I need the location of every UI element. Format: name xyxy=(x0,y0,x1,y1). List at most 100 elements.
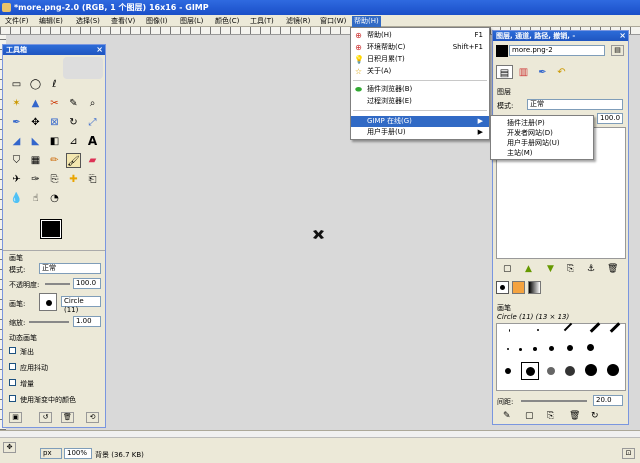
scale-input[interactable]: 1.00 xyxy=(73,316,101,327)
blur-icon[interactable]: 💧 xyxy=(9,191,24,206)
duplicate-layer-icon[interactable]: ⎘ xyxy=(567,264,574,274)
close-icon[interactable]: × xyxy=(96,45,103,55)
help-menu-gimp-online[interactable]: GIMP 在线(G) ▶ xyxy=(351,116,489,127)
perspective-icon[interactable]: ◣ xyxy=(28,134,43,149)
layers-mode-select[interactable]: 正常 xyxy=(527,99,623,110)
tab-channels-icon[interactable]: ▥ xyxy=(515,65,532,79)
help-menu-context-help[interactable]: ⊕ 环境帮助(C) Shift+F1 xyxy=(351,42,489,53)
zoom-select[interactable]: 100% xyxy=(64,448,92,459)
horizontal-scrollbar[interactable] xyxy=(0,431,640,438)
brush-name-field[interactable]: Circle (11) xyxy=(61,296,101,314)
mode-select[interactable]: 正常 xyxy=(39,263,101,274)
heal-icon[interactable]: ✚ xyxy=(66,172,81,187)
pattern-tab-icon[interactable] xyxy=(512,281,525,294)
pencil-icon[interactable]: ✏ xyxy=(47,153,62,168)
opacity-slider[interactable] xyxy=(45,283,70,285)
fuzzy-select-icon[interactable]: ✶ xyxy=(9,96,24,111)
jitter-checkbox[interactable] xyxy=(9,363,16,370)
shear-icon[interactable]: ◢ xyxy=(9,134,24,149)
fade-checkbox[interactable] xyxy=(9,347,16,354)
close-icon[interactable]: × xyxy=(619,31,626,41)
paths-icon[interactable]: ✒ xyxy=(9,115,24,130)
layers-opacity-input[interactable]: 100.0 xyxy=(597,113,623,124)
move-icon[interactable]: ✥ xyxy=(28,115,43,130)
scissors-icon[interactable]: ✂ xyxy=(47,96,62,111)
save-options-icon[interactable]: ▣ xyxy=(9,412,22,423)
text-icon[interactable]: A xyxy=(85,134,100,149)
foreground-color-swatch[interactable] xyxy=(40,219,62,239)
reset-options-icon[interactable]: ⟲ xyxy=(86,412,99,423)
tab-layers-icon[interactable]: ▤ xyxy=(496,65,513,79)
brushes-grid[interactable] xyxy=(496,322,626,391)
zoom-fit-icon[interactable]: ⊡ xyxy=(622,448,635,459)
menu-file[interactable]: 文件(F) xyxy=(3,16,31,27)
scale-icon[interactable]: ⤢ xyxy=(85,115,100,130)
lower-layer-icon[interactable]: ▼ xyxy=(547,264,554,274)
help-menu-plugin-browser[interactable]: ⬬ 插件浏览器(B) xyxy=(351,84,489,95)
image-thumbnail-cross[interactable] xyxy=(312,229,325,240)
refresh-brushes-icon[interactable]: ↻ xyxy=(591,411,599,421)
image-selector[interactable]: more.png-2 xyxy=(509,45,605,56)
clone-icon[interactable]: ⎘ xyxy=(47,172,62,187)
paintbrush-icon[interactable]: 🖌 xyxy=(66,153,81,168)
anchor-layer-icon[interactable]: ⚓ xyxy=(587,264,595,274)
menu-select[interactable]: 选择(S) xyxy=(74,16,102,27)
delete-brush-icon[interactable]: 🗑 xyxy=(569,411,580,421)
help-menu-tips[interactable]: 💡 日积月累(T) xyxy=(351,54,489,65)
help-menu-help[interactable]: ⊕ 帮助(H) F1 xyxy=(351,30,489,41)
unit-select[interactable]: px xyxy=(40,448,62,459)
menu-tools[interactable]: 工具(T) xyxy=(248,16,276,27)
menu-image[interactable]: 图像(I) xyxy=(144,16,170,27)
delete-options-icon[interactable]: 🗑 xyxy=(61,412,74,423)
tab-undo-icon[interactable]: ↶ xyxy=(553,65,570,79)
brush-preview[interactable] xyxy=(39,293,57,311)
gradient-checkbox[interactable] xyxy=(9,395,16,402)
delete-layer-icon[interactable]: 🗑 xyxy=(607,264,618,274)
flip-icon[interactable]: ◧ xyxy=(47,134,62,149)
navigate-icon[interactable]: ✥ xyxy=(3,442,16,453)
auto-button[interactable]: ▤ xyxy=(611,45,624,56)
new-brush-icon[interactable]: ▢ xyxy=(525,411,534,421)
spacing-input[interactable]: 20.0 xyxy=(593,395,623,406)
menu-windows[interactable]: 窗口(W) xyxy=(318,16,348,27)
perspective-clone-icon[interactable]: ⎗ xyxy=(85,172,100,187)
help-menu-about[interactable]: ☆ 关于(A) xyxy=(351,66,489,77)
lasso-icon[interactable]: ℓ xyxy=(47,77,62,92)
scale-slider[interactable] xyxy=(29,321,69,323)
selected-brush[interactable] xyxy=(521,362,539,380)
menu-filters[interactable]: 滤镜(R) xyxy=(284,16,312,27)
help-menu-procedure-browser[interactable]: 过程浏览器(E) xyxy=(351,96,489,107)
measure-icon[interactable]: ⊿ xyxy=(66,134,81,149)
rect-select-icon[interactable]: ▭ xyxy=(9,77,24,92)
zoom-icon[interactable]: ⌕ xyxy=(85,96,100,111)
blend-icon[interactable]: ▦ xyxy=(28,153,43,168)
restore-options-icon[interactable]: ↺ xyxy=(39,412,52,423)
opacity-input[interactable]: 100.0 xyxy=(73,278,101,289)
brush-tab-icon[interactable] xyxy=(496,281,509,294)
edit-brush-icon[interactable]: ✎ xyxy=(503,411,511,421)
color-select-icon[interactable]: ▲ xyxy=(28,96,43,111)
rotate-icon[interactable]: ↻ xyxy=(66,115,81,130)
smudge-icon[interactable]: ☝ xyxy=(28,191,43,206)
menu-colors[interactable]: 颜色(C) xyxy=(213,16,241,27)
ink-icon[interactable]: ✑ xyxy=(28,172,43,187)
dynamics-label[interactable]: 动态画笔 xyxy=(9,333,37,343)
new-layer-icon[interactable]: ▢ xyxy=(503,264,512,274)
help-menu-user-manual[interactable]: 用户手册(U) ▶ xyxy=(351,127,489,138)
eraser-icon[interactable]: ▰ xyxy=(85,153,100,168)
raise-layer-icon[interactable]: ▲ xyxy=(525,264,532,274)
menu-edit[interactable]: 编辑(E) xyxy=(37,16,65,27)
duplicate-brush-icon[interactable]: ⎘ xyxy=(547,411,554,421)
bucket-fill-icon[interactable]: ⛉ xyxy=(9,153,24,168)
tab-paths-icon[interactable]: ✒ xyxy=(534,65,551,79)
dodge-burn-icon[interactable]: ◔ xyxy=(47,191,62,206)
ellipse-select-icon[interactable]: ◯ xyxy=(28,77,43,92)
menu-help[interactable]: 帮助(H) xyxy=(352,16,381,27)
spacing-slider[interactable] xyxy=(521,400,587,402)
gradient-tab-icon[interactable] xyxy=(528,281,541,294)
menu-layer[interactable]: 图层(L) xyxy=(178,16,205,27)
submenu-main-site[interactable]: 主站(M) xyxy=(491,148,593,159)
crop-icon[interactable]: ⊠ xyxy=(47,115,62,130)
color-picker-icon[interactable]: ✎ xyxy=(66,96,81,111)
incremental-checkbox[interactable] xyxy=(9,379,16,386)
